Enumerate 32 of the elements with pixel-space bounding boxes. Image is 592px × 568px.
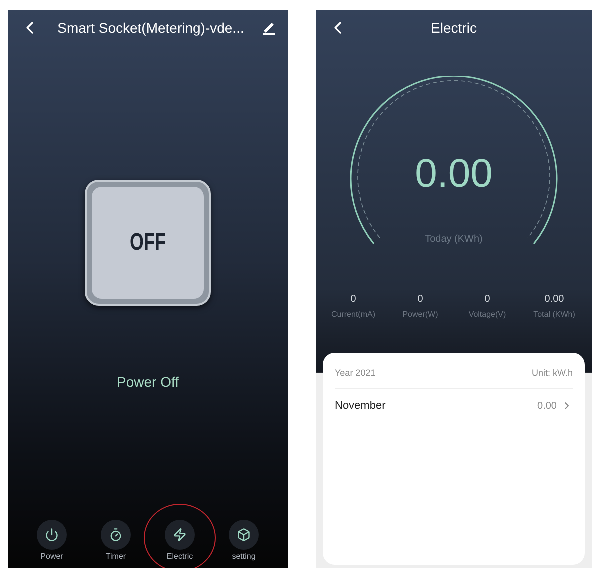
month-row[interactable]: November 0.00 (335, 389, 573, 423)
stat-value: 0 (418, 293, 424, 307)
screen-title: Electric (430, 18, 478, 38)
nav-button[interactable] (165, 520, 195, 550)
stat-label: Power(W) (402, 309, 438, 321)
month-value: 0.00 (538, 400, 557, 414)
lightning-icon (173, 528, 187, 542)
power-status: Power Off (117, 373, 179, 392)
cube-icon (237, 528, 251, 542)
year-label: Year 2021 (335, 366, 376, 380)
nav-button[interactable] (37, 520, 67, 550)
today-value: 0.00 (415, 154, 493, 194)
power-switch[interactable]: OFF (85, 180, 211, 306)
nav-label: Electric (166, 551, 194, 563)
nav-label: setting (232, 551, 256, 563)
timer-icon (109, 528, 123, 542)
nav-button[interactable] (101, 520, 131, 550)
nav-button[interactable] (229, 520, 259, 550)
screen-title: Smart Socket(Metering)-vde... (56, 18, 246, 38)
stat-label: Total (KWh) (534, 309, 576, 321)
nav-label: Power (40, 551, 64, 563)
stat-label: Current(mA) (331, 309, 376, 321)
stat-value: 0 (350, 293, 356, 307)
stat-value: 0.00 (544, 293, 564, 307)
edit-icon[interactable] (262, 21, 276, 35)
stat-value: 0 (484, 293, 490, 307)
nav-label: Timer (106, 551, 126, 563)
month-label: November (335, 398, 386, 414)
unit-label: Unit: kW.h (532, 366, 573, 380)
power-icon (45, 528, 59, 542)
stat-label: Voltage(V) (468, 309, 506, 321)
today-label: Today (KWh) (425, 233, 483, 247)
